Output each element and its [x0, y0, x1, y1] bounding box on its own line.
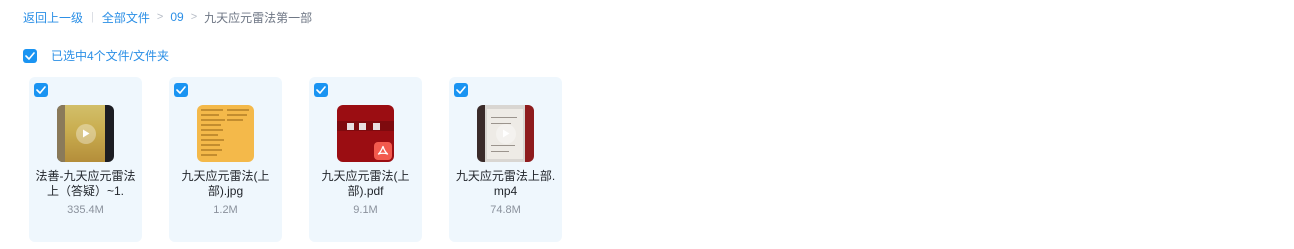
selection-bar: 已选中4个文件/文件夹 — [23, 48, 169, 63]
check-icon — [36, 86, 46, 94]
pdf-thumbnail — [337, 105, 394, 162]
pdf-icon — [374, 142, 392, 160]
breadcrumb-current-folder: 九天应元雷法第一部 — [204, 10, 313, 25]
file-name: 九天应元雷法(上部).pdf — [321, 169, 410, 198]
file-name: 法善-九天应元雷法上（答疑）~1. — [35, 169, 136, 198]
file-grid: 法善-九天应元雷法上（答疑）~1. 335.4M 九天应元雷法(上部).jpg … — [29, 77, 589, 242]
file-card[interactable]: 九天应元雷法(上部).pdf 9.1M — [309, 77, 422, 242]
file-checkbox[interactable] — [314, 83, 328, 97]
play-icon — [75, 123, 96, 144]
check-icon — [456, 86, 466, 94]
check-icon — [316, 86, 326, 94]
file-checkbox[interactable] — [174, 83, 188, 97]
video-thumbnail — [57, 105, 114, 162]
selection-count-label: 已选中4个文件/文件夹 — [51, 49, 170, 63]
file-name: 九天应元雷法(上部).jpg — [181, 169, 270, 198]
file-card[interactable]: 九天应元雷法(上部).jpg 1.2M — [169, 77, 282, 242]
file-name: 九天应元雷法上部.mp4 — [455, 169, 556, 198]
file-size: 335.4M — [67, 204, 104, 216]
breadcrumb-all-files[interactable]: 全部文件 — [102, 9, 150, 26]
chevron-right-icon: > — [190, 11, 198, 23]
image-thumbnail — [197, 105, 254, 162]
select-all-checkbox[interactable] — [23, 48, 37, 63]
file-size: 74.8M — [490, 204, 521, 216]
play-icon — [495, 123, 516, 144]
video-thumbnail — [477, 105, 534, 162]
back-link[interactable]: 返回上一级 — [23, 9, 83, 26]
file-checkbox[interactable] — [34, 83, 48, 97]
breadcrumb-folder-09[interactable]: 09 — [170, 10, 183, 24]
file-checkbox[interactable] — [454, 83, 468, 97]
file-card[interactable]: 九天应元雷法上部.mp4 74.8M — [449, 77, 562, 242]
chevron-right-icon: > — [156, 11, 164, 23]
check-icon — [176, 86, 186, 94]
breadcrumb-divider: | — [91, 11, 94, 23]
check-icon — [25, 51, 35, 60]
breadcrumb: 返回上一级 | 全部文件 > 09 > 九天应元雷法第一部 — [23, 9, 312, 25]
file-size: 9.1M — [353, 204, 378, 216]
file-size: 1.2M — [213, 204, 238, 216]
file-card[interactable]: 法善-九天应元雷法上（答疑）~1. 335.4M — [29, 77, 142, 242]
